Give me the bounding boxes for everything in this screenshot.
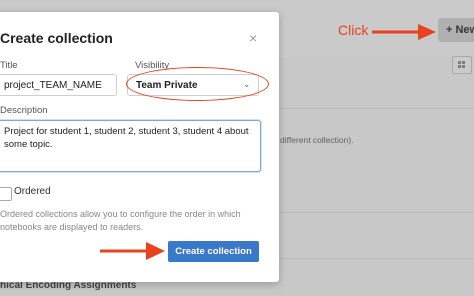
click-annotation: Click [338,22,369,38]
description-textarea[interactable]: Project for student 1, student 2, studen… [0,120,261,172]
close-icon[interactable]: × [249,30,257,46]
description-label: Description [0,105,48,116]
arrow-right-icon [372,24,436,40]
highlight-ellipse [126,67,269,101]
dialog-title: Create collection [0,30,113,46]
create-collection-button[interactable]: Create collection [168,241,259,262]
ordered-help-text: Ordered collections allow you to configu… [0,209,241,232]
ordered-checkbox[interactable] [0,187,12,201]
arrow-right-icon [100,242,165,260]
title-input[interactable] [0,74,117,96]
title-label: Title [0,60,18,71]
ordered-label: Ordered [14,186,51,197]
